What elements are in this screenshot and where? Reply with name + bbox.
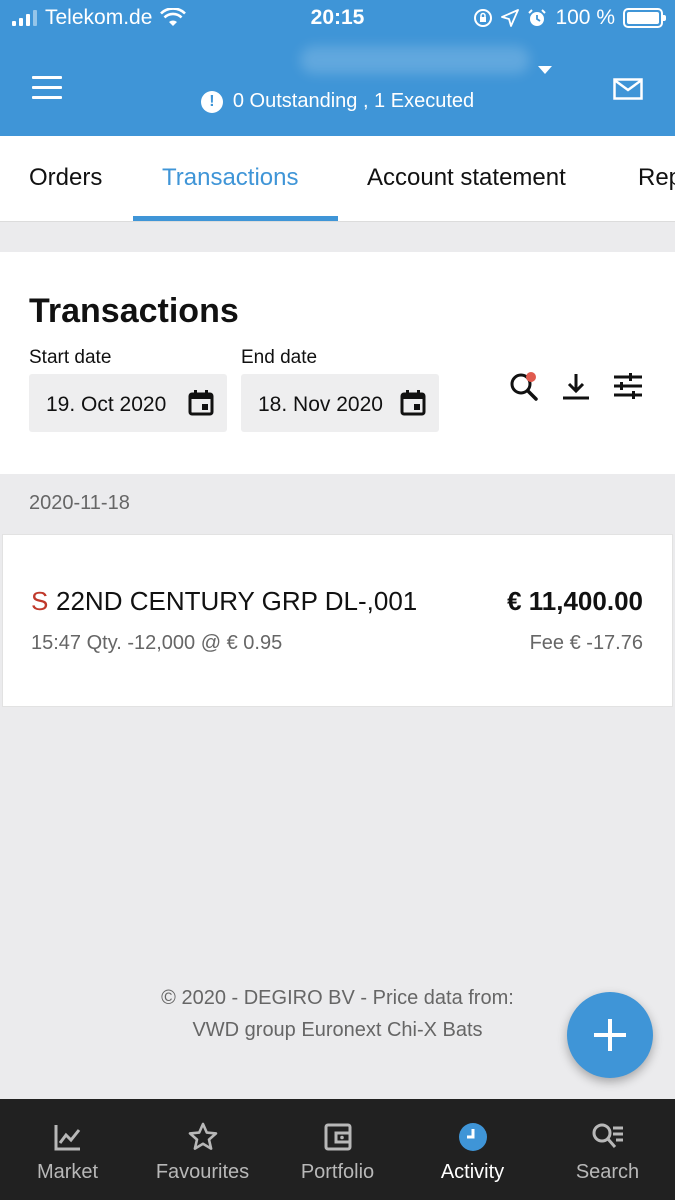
search-list-icon [592, 1123, 623, 1148]
transactions-filter-card: Transactions Start date 19. Oct 2020 End… [0, 252, 675, 474]
bottom-nav: Market Favourites Portfolio Activity Sea… [0, 1099, 675, 1200]
tab-transactions[interactable]: Transactions [162, 164, 299, 192]
transaction-row[interactable]: S 22ND CENTURY GRP DL-,001 € 11,400.00 1… [2, 534, 673, 707]
transaction-details: 15:47 Qty. -12,000 @ € 0.95 [31, 632, 283, 654]
nav-market[interactable]: Market [0, 1099, 135, 1200]
nav-favourites-label: Favourites [155, 1161, 250, 1183]
nav-search-label: Search [575, 1161, 640, 1183]
chevron-down-icon[interactable] [538, 66, 552, 74]
start-date-value: 19. Oct 2020 [46, 393, 167, 416]
start-date-field[interactable]: 19. Oct 2020 [29, 374, 227, 432]
date-group-header: 2020-11-18 [29, 492, 130, 514]
location-arrow-icon [501, 9, 520, 27]
nav-activity-label: Activity [440, 1161, 505, 1183]
calendar-icon [188, 390, 214, 416]
chart-icon [54, 1125, 80, 1151]
search-icon[interactable] [506, 368, 542, 404]
signal-icon [12, 10, 37, 26]
clock-icon [458, 1123, 487, 1151]
active-tab-indicator [133, 216, 338, 221]
account-selector[interactable] [300, 46, 530, 74]
battery-fill [627, 12, 659, 24]
calendar-icon [400, 390, 426, 416]
transaction-product: 22ND CENTURY GRP DL-,001 [56, 586, 418, 616]
end-date-label: End date [241, 347, 318, 368]
filter-settings-icon[interactable] [610, 368, 646, 404]
tab-reports[interactable]: Reports [638, 164, 675, 192]
download-icon[interactable] [558, 368, 594, 404]
wallet-icon [324, 1123, 351, 1151]
tab-account-statement[interactable]: Account statement [367, 164, 566, 192]
footer-line-1: © 2020 - DEGIRO BV - Price data from: [161, 987, 514, 1009]
order-summary-text: 0 Outstanding , 1 Executed [232, 90, 475, 112]
star-icon [188, 1122, 217, 1150]
carrier-name: Telekom.de [45, 6, 153, 29]
order-summary[interactable]: ! 0 Outstanding , 1 Executed [0, 90, 675, 113]
page-title: Transactions [29, 292, 239, 330]
battery-icon [623, 8, 666, 28]
orientation-lock-icon [474, 9, 493, 27]
tab-orders[interactable]: Orders [29, 164, 102, 192]
transaction-fee: Fee € -17.76 [529, 632, 643, 654]
mail-icon[interactable] [613, 78, 643, 100]
status-left: Telekom.de [12, 6, 187, 30]
nav-favourites[interactable]: Favourites [135, 1099, 270, 1200]
wifi-icon [160, 8, 187, 26]
add-order-button[interactable] [567, 992, 653, 1078]
alarm-icon [528, 9, 547, 26]
nav-market-label: Market [36, 1161, 99, 1183]
nav-portfolio[interactable]: Portfolio [270, 1099, 405, 1200]
tab-bar: Orders Transactions Account statement Re… [0, 136, 675, 222]
start-date-label: Start date [29, 347, 112, 368]
app-header: ! 0 Outstanding , 1 Executed [0, 36, 675, 136]
status-bar: Telekom.de 20:15 100 % [0, 0, 675, 36]
transaction-side: S [31, 586, 49, 616]
nav-portfolio-label: Portfolio [300, 1161, 375, 1183]
nav-activity[interactable]: Activity [405, 1099, 540, 1200]
battery-percent: 100 % [555, 6, 615, 29]
nav-search[interactable]: Search [540, 1099, 675, 1200]
transaction-amount: € 11,400.00 [507, 586, 643, 616]
end-date-field[interactable]: 18. Nov 2020 [241, 374, 439, 432]
status-right: 100 % [473, 6, 666, 30]
plus-icon-stroke [608, 1019, 612, 1051]
alert-icon: ! [200, 90, 223, 113]
end-date-value: 18. Nov 2020 [258, 393, 383, 416]
